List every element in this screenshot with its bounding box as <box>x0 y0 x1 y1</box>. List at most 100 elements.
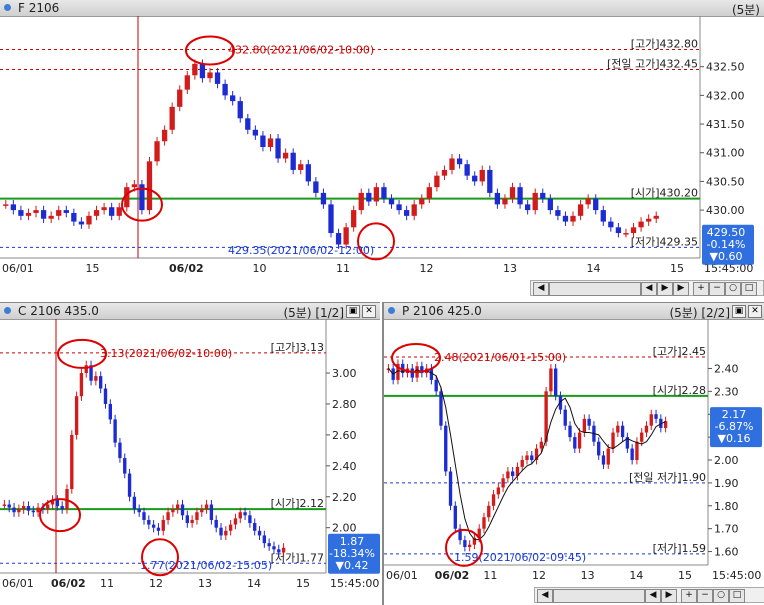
candle-body <box>237 101 243 119</box>
candle-body <box>275 138 281 159</box>
candle-body <box>343 227 349 245</box>
zoom-reset-icon[interactable]: □ <box>729 589 745 603</box>
put-settings-icon[interactable]: ▣ <box>732 305 746 318</box>
candle-body <box>10 204 16 211</box>
put-scrollbar[interactable]: ◀ ◀ ▶ + − ○ □ <box>534 587 764 603</box>
x-tick-label: 14 <box>247 577 261 589</box>
futures-title: F 2106 <box>18 1 60 15</box>
scroll-prev-icon[interactable]: ◀ <box>645 589 661 603</box>
scroll-left-icon[interactable]: ◀ <box>537 589 553 603</box>
candle-body <box>84 365 88 374</box>
call-chart[interactable]: 3.00 2.80 2.60 2.40 2.20 2.00 06/01 06/02 11 12 13… <box>0 319 380 589</box>
y-tick-label: 430.50 <box>706 175 745 188</box>
call-settings-icon[interactable]: ▣ <box>346 305 360 318</box>
candle-body <box>453 505 457 529</box>
candle-body <box>31 510 35 513</box>
candle-body <box>449 158 455 170</box>
candle-body <box>439 391 443 426</box>
high-label: [고가]3.13 <box>271 341 324 354</box>
candle-body <box>539 441 544 449</box>
candle-body <box>585 198 591 205</box>
candle-body <box>549 368 553 392</box>
candle-body <box>137 509 141 513</box>
put-title-bar[interactable]: P 2106 425.0 (5분) [2/2] ▣ ✕ <box>384 303 764 320</box>
zoom-fit-icon[interactable]: ○ <box>725 282 741 296</box>
candle-body <box>33 210 39 213</box>
scroll-next-icon[interactable]: ▶ <box>661 589 677 603</box>
candle-body <box>479 169 485 182</box>
candle-body <box>517 187 523 205</box>
candle-body <box>351 210 357 228</box>
scroll-next-icon[interactable]: ▶ <box>657 282 673 296</box>
high-annotation: 3.13(2021/06/02-10:00) <box>100 347 232 360</box>
x-tick-label: 15 <box>86 262 100 275</box>
candle-body <box>192 63 198 76</box>
scroll-prev-icon[interactable]: ◀ <box>641 282 657 296</box>
candle-body <box>74 396 79 435</box>
candle-body <box>501 478 505 488</box>
candle-body <box>224 530 228 536</box>
candle-body <box>7 504 11 508</box>
candle-body <box>118 442 122 459</box>
zoom-reset-icon[interactable]: □ <box>741 282 757 296</box>
candle-body <box>388 198 395 205</box>
zoom-fit-icon[interactable]: ○ <box>713 589 729 603</box>
candle-body <box>3 204 9 206</box>
y-tick-label: 2.40 <box>714 362 739 375</box>
zoom-out-icon[interactable]: − <box>709 282 725 296</box>
candle-body <box>230 95 236 102</box>
candle-body <box>78 221 85 225</box>
call-close-icon[interactable]: ✕ <box>362 305 376 318</box>
futures-scrollbar[interactable]: ◀ ◀ ▶ ▶ + − ○ □ <box>530 280 764 296</box>
candle-body <box>161 519 165 531</box>
candle-body <box>563 409 567 426</box>
candle-body <box>640 432 644 442</box>
put-chart[interactable]: 2.402.302.202.102.001.901.801.701.6006/0… <box>384 319 764 589</box>
candle-body <box>238 512 242 519</box>
candle-body <box>55 499 60 507</box>
zoom-in-icon[interactable]: + <box>693 282 709 296</box>
futures-chart[interactable]: 432.50 432.00 431.50 431.00 430.50 430.00 06/0… <box>0 16 764 278</box>
put-close-icon[interactable]: ✕ <box>748 305 762 318</box>
zoom-out-icon[interactable]: − <box>697 589 713 603</box>
candle-body <box>272 546 276 550</box>
candle-body <box>18 210 24 216</box>
candle-body <box>434 379 438 392</box>
y-tick-label: 2.00 <box>332 522 357 535</box>
candle-body <box>494 192 501 205</box>
low-marker-circle <box>357 222 395 261</box>
low-annotation: 429.35(2021/06/02-12:00) <box>228 244 374 257</box>
scroll-thumb[interactable] <box>549 282 641 296</box>
candle-body <box>491 494 496 506</box>
candle-body <box>166 512 170 520</box>
zoom-in-icon[interactable]: + <box>681 589 697 603</box>
put-chart-panel: P 2106 425.0 (5분) [2/2] ▣ ✕ 2.402.302.20… <box>382 302 764 605</box>
candle-body <box>146 161 153 211</box>
candle-body <box>156 527 161 531</box>
scroll-thumb[interactable] <box>553 589 645 603</box>
candle-body <box>587 418 591 426</box>
candle-body <box>593 198 599 211</box>
candle-body <box>441 169 448 176</box>
candle-body <box>25 212 32 216</box>
candle-body <box>21 506 26 510</box>
current-change: ▼0.42 <box>336 559 369 572</box>
candle-body <box>63 210 69 213</box>
call-title-bar[interactable]: C 2106 435.0 (5분) [1/2] ▣ ✕ <box>0 303 380 320</box>
high-label: [고가]2.45 <box>653 345 706 358</box>
scroll-end-icon[interactable]: ▶ <box>673 282 689 296</box>
candle-body <box>245 118 251 130</box>
candle-body <box>108 403 112 420</box>
futures-title-bar[interactable]: F 2106 (5분) <box>0 0 764 17</box>
scroll-left-icon[interactable]: ◀ <box>533 282 549 296</box>
candle-body <box>12 507 16 513</box>
candle-body <box>547 198 553 211</box>
candle-body <box>252 129 259 136</box>
candle-body <box>464 164 470 176</box>
candle-body <box>328 204 334 234</box>
candle-body <box>209 504 214 520</box>
candle-body <box>487 169 493 193</box>
y-tick-label: 2.20 <box>332 491 357 504</box>
candle-body <box>180 504 185 516</box>
x-tick-label: 06/01 <box>2 577 34 589</box>
